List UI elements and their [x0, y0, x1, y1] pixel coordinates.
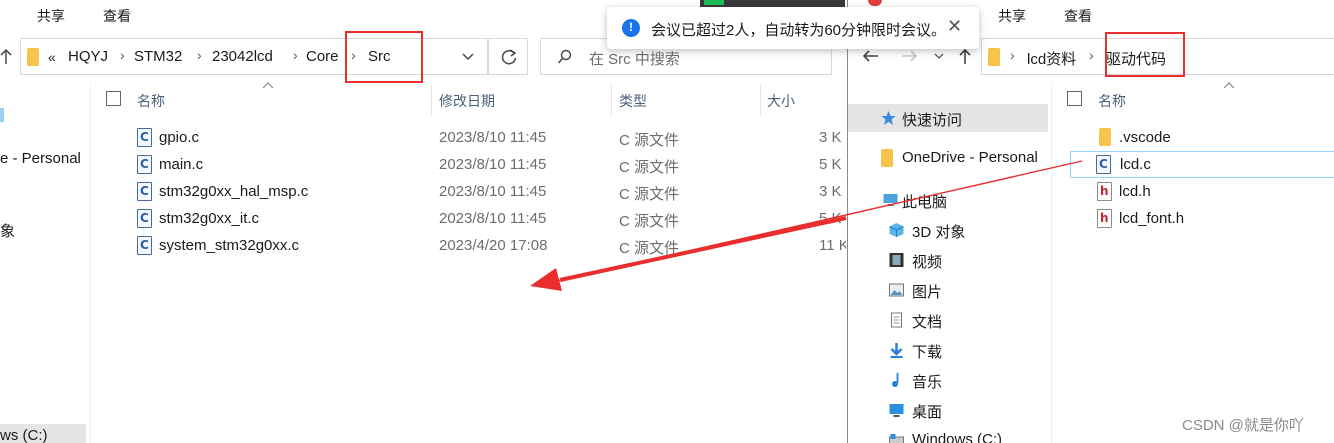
csdn-watermark: CSDN @就是你吖 [1182, 417, 1304, 434]
drag-arrow-annotation [530, 160, 1083, 291]
